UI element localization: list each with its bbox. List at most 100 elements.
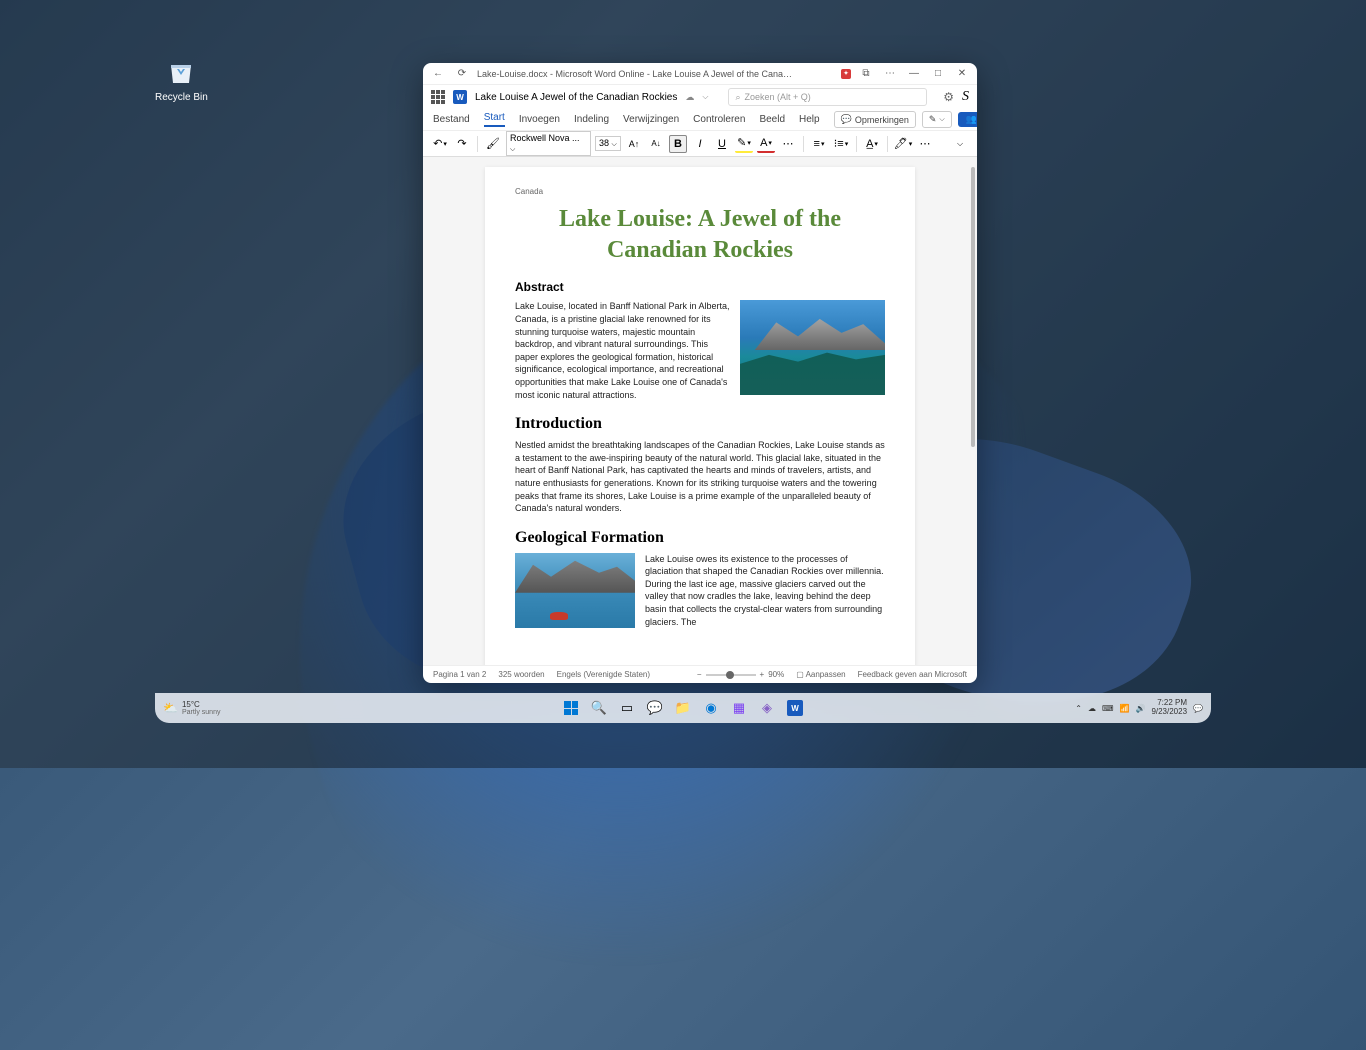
edge-button[interactable]: ◉ [700, 697, 722, 719]
wifi-icon[interactable]: 📶 [1120, 704, 1130, 713]
document-title[interactable]: Lake Louise A Jewel of the Canadian Rock… [475, 92, 677, 103]
more-button[interactable]: ⋯ [881, 65, 899, 83]
font-color-button[interactable]: A [757, 135, 775, 153]
zoom-in-button[interactable]: + [760, 670, 765, 679]
status-bar: Pagina 1 van 2 325 woorden Engels (Veren… [423, 665, 977, 683]
recycle-bin-icon[interactable]: Recycle Bin [155, 55, 208, 103]
pen-icon: ✎ [929, 114, 937, 125]
zoom-level[interactable]: 90% [768, 670, 784, 679]
tab-home[interactable]: Start [484, 112, 505, 127]
title-dropdown-icon[interactable]: ⌵ [702, 92, 708, 102]
italic-button[interactable]: I [691, 135, 709, 153]
intro-text[interactable]: Nestled amidst the breathtaking landscap… [515, 439, 885, 515]
abstract-heading[interactable]: Abstract [515, 280, 885, 294]
lake-image[interactable] [740, 300, 885, 395]
zoom-out-button[interactable]: − [697, 670, 702, 679]
share-icon: 👥 [966, 114, 977, 125]
clock[interactable]: 7:22 PM 9/23/2023 [1151, 699, 1187, 717]
font-family-select[interactable]: Rockwell Nova ... ⌵ [506, 131, 591, 156]
app-launcher-icon[interactable] [431, 90, 445, 104]
maximize-button[interactable]: □ [929, 65, 947, 83]
document-canvas[interactable]: Canada Lake Louise: A Jewel of the Canad… [423, 157, 977, 665]
start-button[interactable] [560, 697, 582, 719]
tab-layout[interactable]: Indeling [574, 114, 609, 125]
redo-button[interactable]: ↷ [453, 135, 471, 153]
tab-review[interactable]: Controleren [693, 114, 745, 125]
user-avatar[interactable]: S [962, 89, 969, 105]
underline-button[interactable]: U [713, 135, 731, 153]
comment-icon: 💬 [841, 114, 852, 125]
page-header: Canada [515, 187, 885, 196]
refresh-button[interactable]: ⟳ [453, 65, 471, 83]
language-icon[interactable]: ⌨ [1102, 704, 1114, 713]
task-view-button[interactable]: ▭ [616, 697, 638, 719]
weather-widget[interactable]: ⛅ 15°CPartly sunny [163, 700, 220, 716]
app-header: W Lake Louise A Jewel of the Canadian Ro… [423, 85, 977, 109]
feedback-link[interactable]: Feedback geven aan Microsoft [858, 670, 967, 679]
notifications-icon[interactable]: 💬 [1193, 704, 1203, 713]
onedrive-icon[interactable]: ☁ [1088, 704, 1096, 713]
shrink-font-button[interactable]: A↓ [647, 135, 665, 153]
volume-icon[interactable]: 🔊 [1135, 704, 1145, 713]
taskbar-app-1[interactable]: ▦ [728, 697, 750, 719]
undo-button[interactable]: ↶ [431, 135, 449, 153]
tab-title: Lake-Louise.docx - Microsoft Word Online… [477, 69, 797, 79]
font-size-select[interactable]: 38 ⌵ [595, 136, 621, 151]
close-button[interactable]: ✕ [953, 65, 971, 83]
fit-button[interactable]: ▢ Aanpassen [796, 670, 845, 679]
format-painter-button[interactable]: 🖌 [484, 135, 502, 153]
tab-references[interactable]: Verwijzingen [623, 114, 679, 125]
find-button[interactable]: 🖊 [894, 135, 912, 153]
settings-icon[interactable]: ⚙ [943, 90, 954, 104]
minimize-button[interactable]: — [905, 65, 923, 83]
taskbar-word-icon[interactable]: W [784, 697, 806, 719]
abstract-text[interactable]: Lake Louise, located in Banff National P… [515, 300, 730, 401]
taskbar-center: 🔍 ▭ 💬 📁 ◉ ▦ ◈ W [560, 697, 806, 719]
taskbar-search-button[interactable]: 🔍 [588, 697, 610, 719]
intro-heading[interactable]: Introduction [515, 415, 885, 433]
copilot-icon[interactable]: ✦ [841, 69, 851, 79]
editing-mode-button[interactable]: ✎⌵ [922, 111, 952, 128]
search-icon: ⌕ [735, 92, 740, 103]
language-status[interactable]: Engels (Verenigde Staten) [557, 670, 650, 679]
ribbon-toolbar: ↶ ↷ 🖌 Rockwell Nova ... ⌵ 38 ⌵ A↑ A↓ B I… [423, 131, 977, 157]
scrollbar-thumb[interactable] [971, 167, 975, 447]
tab-insert[interactable]: Invoegen [519, 114, 560, 125]
file-explorer-button[interactable]: 📁 [672, 697, 694, 719]
tab-view[interactable]: Beeld [759, 114, 785, 125]
geo-image[interactable] [515, 553, 635, 628]
share-button[interactable]: 👥Delen⌵ [958, 112, 977, 127]
more-font-button[interactable]: ⋯ [779, 135, 797, 153]
weather-icon: ⛅ [163, 701, 178, 715]
align-button[interactable]: ≡ [810, 135, 828, 153]
word-online-window: ← ⟳ Lake-Louise.docx - Microsoft Word On… [423, 63, 977, 683]
comments-button[interactable]: 💬Opmerkingen [834, 111, 916, 128]
search-placeholder: Zoeken (Alt + Q) [744, 92, 810, 102]
bullets-button[interactable]: ⁝≡ [832, 135, 850, 153]
ribbon-tabs: Bestand Start Invoegen Indeling Verwijzi… [423, 109, 977, 131]
word-count[interactable]: 325 woorden [498, 670, 544, 679]
taskbar-app-2[interactable]: ◈ [756, 697, 778, 719]
search-input[interactable]: ⌕ Zoeken (Alt + Q) [728, 88, 927, 106]
tab-file[interactable]: Bestand [433, 114, 470, 125]
geo-heading[interactable]: Geological Formation [515, 529, 885, 547]
word-app-icon: W [453, 90, 467, 104]
geo-text[interactable]: Lake Louise owes its existence to the pr… [645, 553, 885, 629]
highlight-button[interactable]: ✎ [735, 135, 753, 153]
document-page: Canada Lake Louise: A Jewel of the Canad… [485, 167, 915, 665]
zoom-slider[interactable] [706, 674, 756, 676]
back-button[interactable]: ← [429, 65, 447, 83]
bold-button[interactable]: B [669, 135, 687, 153]
grow-font-button[interactable]: A↑ [625, 135, 643, 153]
read-aloud-icon[interactable]: ⧉ [857, 65, 875, 83]
ribbon-collapse-icon[interactable]: ⌵ [951, 135, 969, 153]
more-commands-button[interactable]: ⋯ [916, 135, 934, 153]
styles-button[interactable]: A̲ [863, 135, 881, 153]
windows-taskbar: ⛅ 15°CPartly sunny 🔍 ▭ 💬 📁 ◉ ▦ ◈ W ⌃ ☁ ⌨… [155, 693, 1211, 723]
page-count[interactable]: Pagina 1 van 2 [433, 670, 486, 679]
zoom-controls: − + 90% [697, 670, 784, 679]
taskbar-chat-icon[interactable]: 💬 [644, 697, 666, 719]
doc-title[interactable]: Lake Louise: A Jewel of the Canadian Roc… [515, 204, 885, 266]
tab-help[interactable]: Help [799, 114, 820, 125]
tray-overflow-icon[interactable]: ⌃ [1075, 704, 1082, 713]
